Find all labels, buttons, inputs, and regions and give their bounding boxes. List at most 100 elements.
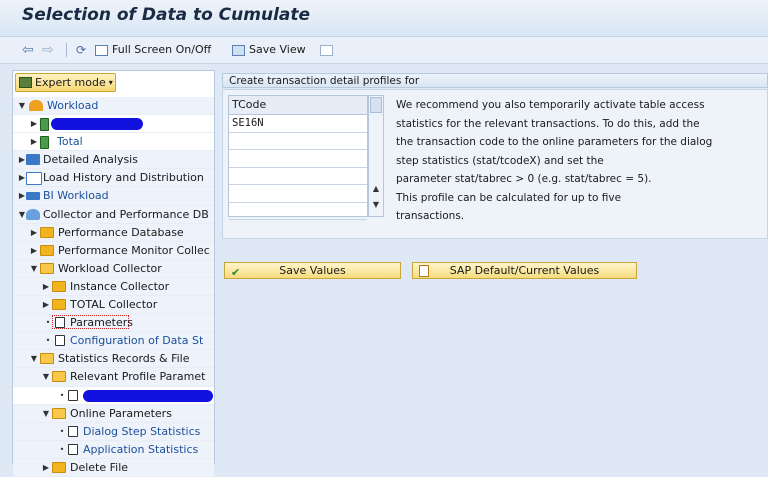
recommendation-line: step statistics (stat/tcodeX) and set th… (396, 154, 604, 167)
tree-label: Application Statistics (83, 442, 199, 456)
recommendation-line: We recommend you also temporarily activa… (396, 99, 705, 111)
leaf-dot: • (45, 336, 51, 346)
expand-icon[interactable]: ▼ (41, 368, 51, 385)
open-folder-icon (52, 371, 66, 383)
tree-node-parameters[interactable]: • Parameters (13, 314, 214, 333)
tree-node-server[interactable]: ▶ (13, 115, 214, 134)
layout-button[interactable] (320, 41, 333, 59)
document-icon (55, 335, 65, 347)
recommendation-line: This profile can be calculated for up to… (396, 191, 622, 204)
save-view-icon (232, 44, 245, 56)
leaf-dot: • (59, 444, 65, 454)
tcode-scrollbar[interactable]: ▲ ▼ (368, 95, 384, 217)
title-bar: Selection of Data to Cumulate (0, 0, 768, 37)
tree-label: Performance Database (58, 225, 184, 239)
sap-default-label: SAP Default/Current Values (449, 264, 600, 277)
tree-label: BI Workload (43, 189, 109, 203)
tree-node-collector-perf-db[interactable]: ▼ Collector and Performance DB (13, 205, 214, 224)
scroll-up-icon[interactable]: ▲ (369, 184, 383, 193)
tree-node-detailed-analysis[interactable]: ▶ Detailed Analysis (13, 151, 214, 170)
tree-node-workload[interactable]: ▼ Workload (13, 97, 214, 116)
refresh-button[interactable]: ⟳ (76, 41, 86, 59)
fullscreen-button[interactable]: Full Screen On/Off (95, 41, 211, 59)
tree-label: Dialog Step Statistics (83, 424, 201, 438)
analysis-icon (26, 154, 40, 166)
collapse-icon[interactable]: ▶ (29, 133, 39, 150)
save-values-label: Save Values (279, 264, 346, 277)
tree-node-delete-file[interactable]: ▶ Delete File (13, 458, 214, 477)
section-title: Create transaction detail profiles for (222, 73, 768, 88)
tcode-column-header[interactable]: TCode (229, 96, 367, 115)
expand-icon[interactable]: ▼ (17, 97, 27, 114)
tree-node-statistics-records[interactable]: ▼ Statistics Records & File (13, 350, 214, 369)
open-folder-icon (40, 353, 54, 365)
tree-node-instance-collector[interactable]: ▶ Instance Collector (13, 277, 214, 297)
tcode-cell[interactable] (229, 203, 367, 220)
tree-label: Detailed Analysis (43, 153, 138, 167)
tree-label: Workload Collector (58, 261, 162, 275)
bi-icon (26, 192, 40, 201)
tree-label: TOTAL Collector (70, 298, 158, 312)
tree-node-performance-database[interactable]: ▶ Performance Database (13, 223, 214, 242)
folder-icon (52, 299, 66, 311)
document-icon (68, 425, 78, 437)
dropdown-icon: ▾ (108, 78, 113, 87)
toolbar-separator (66, 43, 67, 57)
expand-icon[interactable]: ▼ (29, 350, 39, 367)
tree-node-application-statistics[interactable]: • Application Statistics (13, 440, 214, 459)
tree-node-bi-workload[interactable]: ▶ BI Workload (13, 187, 214, 206)
tree-node-configuration-data-storage[interactable]: • Configuration of Data St (13, 332, 214, 351)
collapse-icon[interactable]: ▶ (29, 224, 39, 241)
save-view-button[interactable]: Save View (232, 41, 306, 59)
recommendation-line: parameter stat/tabrec > 0 (e.g. stat/tab… (396, 173, 652, 185)
save-values-button[interactable]: ✔ Save Values (224, 262, 401, 279)
tree-node-performance-monitor-collector[interactable]: ▶ Performance Monitor Collec (13, 241, 214, 260)
tcode-cell[interactable] (229, 185, 367, 203)
tcode-cell[interactable] (229, 133, 367, 150)
tree-label: Statistics Records & File (58, 352, 190, 366)
forward-button[interactable]: ⇨ (42, 41, 54, 59)
tcode-cell[interactable] (229, 150, 367, 168)
expand-icon[interactable]: ▼ (29, 260, 39, 277)
tree-node-dialog-step-statistics[interactable]: • Dialog Step Statistics (13, 422, 214, 441)
leaf-dot: • (59, 390, 65, 400)
expert-mode-icon (19, 77, 32, 88)
folder-icon (52, 280, 66, 292)
tree-node-relevant-profile-parameters[interactable]: ▼ Relevant Profile Paramet (13, 368, 214, 387)
folder-icon (40, 244, 54, 256)
collapse-icon[interactable]: ▶ (29, 242, 39, 259)
tree-label: Load History and Distribution (43, 171, 204, 185)
document-icon (68, 443, 78, 455)
folder-icon (40, 226, 54, 238)
forward-arrow-icon: ⇨ (42, 42, 54, 58)
open-folder-icon (40, 262, 54, 274)
back-button[interactable]: ⇦ (22, 41, 34, 59)
column-selector[interactable] (370, 97, 382, 113)
tree-label: Workload (47, 99, 99, 112)
workload-icon (29, 100, 43, 111)
navigation-tree-panel: Expert mode ▾ ▼ Workload ▶ ▶ Total ▶ Det… (12, 70, 215, 477)
tree-node-online-parameters[interactable]: ▼ Online Parameters (13, 404, 214, 423)
collapse-icon[interactable]: ▶ (41, 459, 51, 476)
sap-default-button[interactable]: SAP Default/Current Values (412, 262, 637, 279)
tcode-cell[interactable]: SE16N (229, 115, 367, 133)
tree-node-total[interactable]: ▶ Total (13, 133, 214, 152)
collapse-icon[interactable]: ▶ (41, 296, 51, 313)
expert-mode-label: Expert mode (35, 76, 106, 89)
collapse-icon[interactable]: ▶ (41, 278, 51, 295)
tree-label: Total (57, 135, 83, 149)
scroll-down-icon[interactable]: ▼ (369, 200, 383, 209)
tree-node-profile-parameter[interactable]: • (13, 387, 214, 405)
tree-node-load-history[interactable]: ▶ Load History and Distribution (13, 169, 214, 188)
tcode-cell[interactable] (229, 168, 367, 185)
open-folder-icon (52, 407, 66, 419)
tree-node-total-collector[interactable]: ▶ TOTAL Collector (13, 296, 214, 315)
expert-mode-button[interactable]: Expert mode ▾ (15, 73, 116, 92)
collector-icon (26, 208, 40, 220)
tree-node-workload-collector[interactable]: ▼ Workload Collector (13, 259, 214, 278)
window-title: Selection of Data to Cumulate (22, 5, 311, 25)
expand-icon[interactable]: ▼ (41, 405, 51, 422)
tree-label: Configuration of Data St (70, 334, 204, 348)
collapse-icon[interactable]: ▶ (29, 115, 39, 132)
document-icon (55, 317, 65, 329)
